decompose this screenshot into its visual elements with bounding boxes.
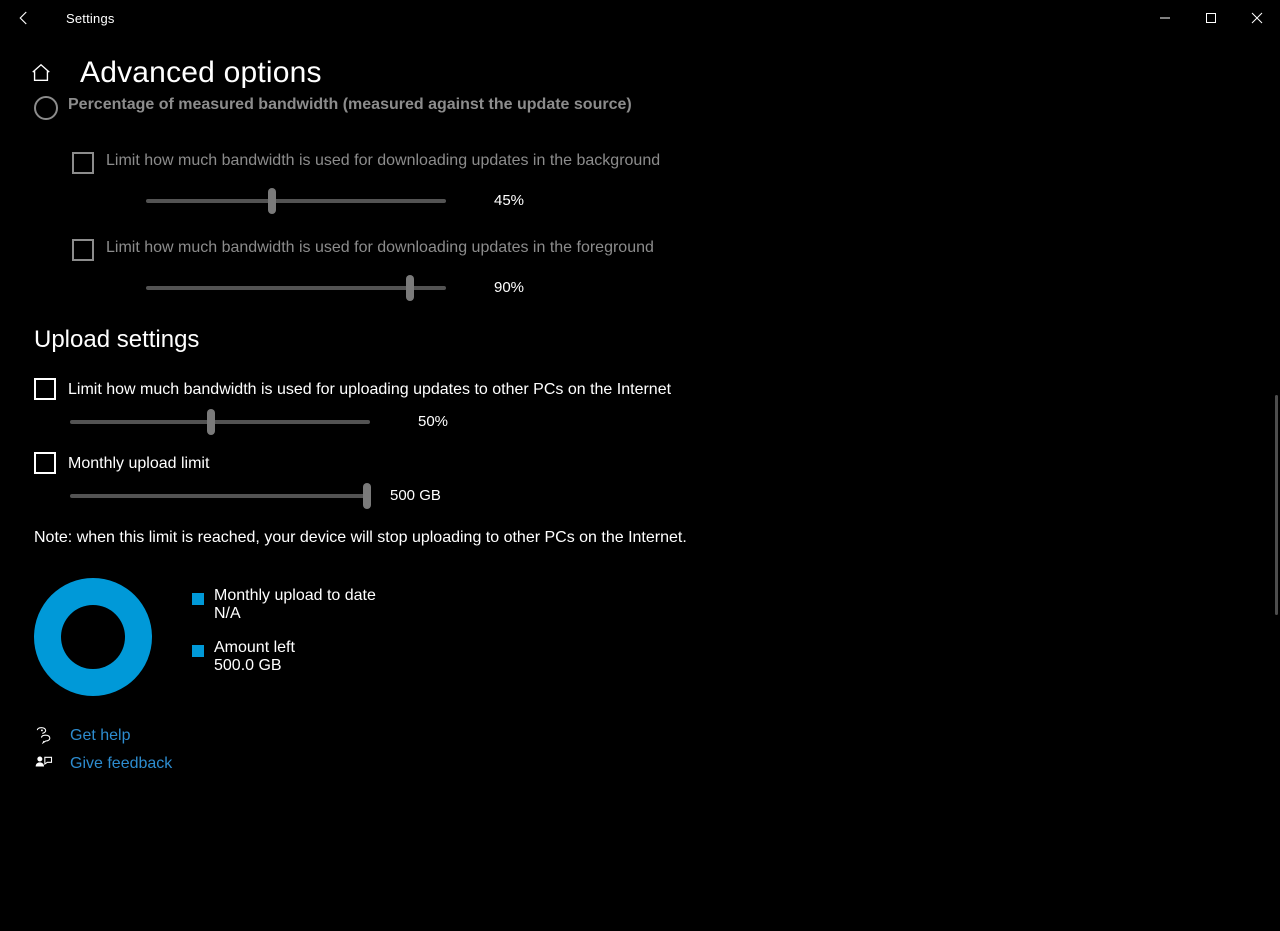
upload-bw-label: Limit how much bandwidth is used for upl… <box>68 378 671 401</box>
uploaded-value: N/A <box>214 605 376 623</box>
upload-bw-value: 50% <box>418 413 448 430</box>
get-help-row: Get help <box>34 726 726 746</box>
legend-swatch-icon <box>192 645 204 657</box>
uploaded-label: Monthly upload to date <box>214 587 376 605</box>
bandwidth-mode-radio[interactable]: Percentage of measured bandwidth (measur… <box>34 98 726 122</box>
content: Percentage of measured bandwidth (measur… <box>0 98 760 802</box>
upload-bw-slider[interactable] <box>70 420 370 424</box>
get-help-link[interactable]: Get help <box>70 727 130 745</box>
upload-monthly-label: Monthly upload limit <box>68 452 209 475</box>
page-header: Advanced options <box>0 36 1280 100</box>
usage-legend: Monthly upload to date N/A Amount left 5… <box>192 583 376 691</box>
upload-monthly-value: 500 GB <box>390 487 441 504</box>
maximize-button[interactable] <box>1188 2 1234 34</box>
download-fg-label: Limit how much bandwidth is used for dow… <box>106 239 654 257</box>
amount-left-label: Amount left <box>214 639 295 657</box>
upload-monthly-checkbox[interactable] <box>34 452 56 474</box>
help-icon <box>34 726 56 746</box>
amount-left-value: 500.0 GB <box>214 657 295 675</box>
upload-monthly-slider[interactable] <box>70 494 370 498</box>
download-bg-label: Limit how much bandwidth is used for dow… <box>106 152 660 170</box>
upload-bw-checkbox-row: Limit how much bandwidth is used for upl… <box>34 378 726 401</box>
page-title: Advanced options <box>80 56 322 90</box>
upload-limit-note: Note: when this limit is reached, your d… <box>34 526 726 550</box>
upload-monthly-checkbox-row: Monthly upload limit <box>34 452 726 475</box>
titlebar: Settings <box>0 0 1280 36</box>
give-feedback-link[interactable]: Give feedback <box>70 755 172 773</box>
minimize-button[interactable] <box>1142 2 1188 34</box>
download-fg-checkbox-row: Limit how much bandwidth is used for dow… <box>72 239 726 261</box>
download-bg-checkbox-row: Limit how much bandwidth is used for dow… <box>72 152 726 174</box>
legend-swatch-icon <box>192 593 204 605</box>
close-button[interactable] <box>1234 2 1280 34</box>
upload-settings-section: Upload settings Limit how much bandwidth… <box>34 326 726 774</box>
upload-section-title: Upload settings <box>34 326 726 354</box>
back-button[interactable] <box>12 6 36 30</box>
window-controls <box>1142 2 1280 34</box>
download-fg-checkbox[interactable] <box>72 239 94 261</box>
upload-bw-checkbox[interactable] <box>34 378 56 400</box>
upload-usage: Monthly upload to date N/A Amount left 5… <box>34 578 726 696</box>
home-icon[interactable] <box>30 62 52 84</box>
radio-label: Percentage of measured bandwidth (measur… <box>68 96 632 114</box>
download-fg-value: 90% <box>494 279 524 296</box>
window-title: Settings <box>66 11 115 26</box>
give-feedback-row: Give feedback <box>34 754 726 774</box>
usage-donut-chart <box>34 578 152 696</box>
download-bg-slider[interactable] <box>146 199 446 203</box>
download-bg-value: 45% <box>494 192 524 209</box>
radio-icon <box>34 96 58 120</box>
feedback-icon <box>34 754 56 774</box>
download-fg-slider[interactable] <box>146 286 446 290</box>
scrollbar[interactable] <box>1275 105 1278 921</box>
download-bg-checkbox[interactable] <box>72 152 94 174</box>
